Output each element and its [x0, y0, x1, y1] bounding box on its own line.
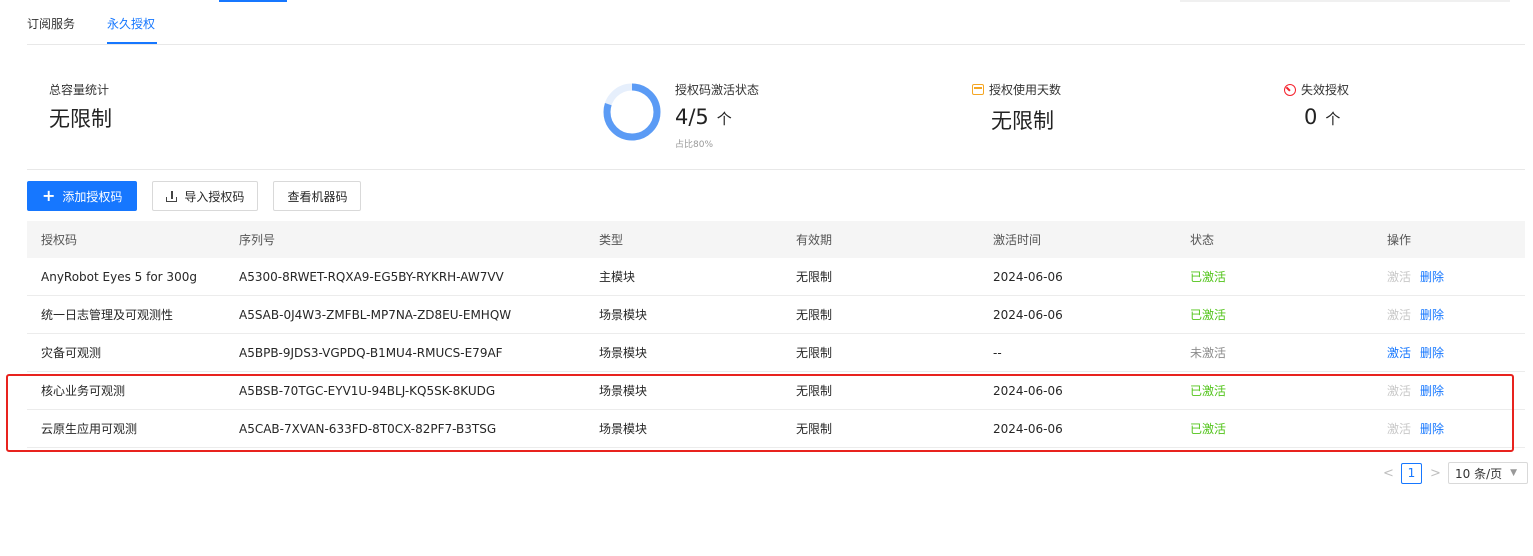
activation-time: 2024-06-06 [993, 421, 1063, 436]
activate-button: 激活 [1387, 270, 1412, 284]
plus-icon: + [42, 186, 56, 205]
license-name: 核心业务可观测 [41, 384, 126, 398]
usage-days-label: 授权使用天数 [972, 81, 1061, 98]
tab-subscription[interactable]: 订阅服务 [27, 15, 75, 32]
activation-time: 2024-06-06 [993, 269, 1063, 284]
usage-days-value: 无限制 [991, 109, 1054, 133]
activate-button: 激活 [1387, 422, 1412, 436]
page-size-select[interactable]: 10 条/页 ▼ [1448, 462, 1528, 484]
table-row: AnyRobot Eyes 5 for 300g A5300-8RWET-RQX… [27, 258, 1525, 296]
activation-value: 4/5 个 [675, 105, 732, 129]
warning-icon [1284, 83, 1296, 96]
module-type: 场景模块 [599, 422, 648, 436]
capacity-value: 无限制 [49, 107, 112, 131]
page-number-current[interactable]: 1 [1401, 462, 1422, 484]
delete-button[interactable]: 删除 [1420, 422, 1444, 436]
column-header: 序列号 [239, 233, 276, 247]
validity: 无限制 [796, 422, 833, 436]
serial-number: A5300-8RWET-RQXA9-EG5BY-RYKRH-AW7VV [239, 269, 504, 284]
active-tab-indicator [107, 42, 157, 44]
serial-number: A5CAB-7XVAN-633FD-8T0CX-82PF7-B3TSG [239, 421, 497, 436]
validity: 无限制 [796, 270, 833, 284]
delete-button[interactable]: 删除 [1420, 308, 1444, 322]
calendar-icon [972, 84, 984, 95]
activation-donut-chart [603, 83, 661, 141]
table-row: 灾备可观测 A5BPB-9JDS3-VGPDQ-B1MU4-RMUCS-E79A… [27, 334, 1525, 372]
serial-number: A5SAB-0J4W3-ZMFBL-MP7NA-ZD8EU-EMHQW [239, 307, 512, 322]
invalid-license-value: 0个 [1304, 105, 1341, 129]
validity: 无限制 [796, 308, 833, 322]
activation-time: -- [993, 345, 1002, 360]
activate-button: 激活 [1387, 308, 1412, 322]
row-actions: 激活 删除 [1373, 344, 1525, 361]
view-machine-code-button[interactable]: 查看机器码 [273, 181, 362, 211]
add-license-button[interactable]: + 添加授权码 [27, 181, 138, 211]
license-name: 云原生应用可观测 [41, 422, 138, 436]
column-header: 授权码 [41, 233, 78, 247]
prev-page-button[interactable]: < [1383, 466, 1394, 481]
table-row: 统一日志管理及可观测性 A5SAB-0J4W3-ZMFBL-MP7NA-ZD8E… [27, 296, 1525, 334]
activate-button: 激活 [1387, 384, 1412, 398]
activation-ratio: 占比80% [675, 140, 714, 150]
status-badge: 已激活 [1190, 384, 1227, 398]
table-row: 核心业务可观测 A5BSB-70TGC-EYV1U-94BLJ-KQ5SK-8K… [27, 372, 1525, 410]
column-header: 操作 [1387, 233, 1412, 247]
column-header: 状态 [1190, 233, 1215, 247]
column-header: 激活时间 [993, 233, 1042, 247]
row-actions: 激活 删除 [1373, 382, 1525, 399]
delete-button[interactable]: 删除 [1420, 346, 1444, 360]
license-name: 统一日志管理及可观测性 [41, 308, 174, 322]
license-table: 授权码 序列号 类型 有效期 激活时间 状态 操作 AnyRobot Eyes … [27, 221, 1525, 448]
license-name: 灾备可观测 [41, 346, 102, 360]
table-row: 云原生应用可观测 A5CAB-7XVAN-633FD-8T0CX-82PF7-B… [27, 410, 1525, 448]
license-name: AnyRobot Eyes 5 for 300g [41, 269, 197, 284]
serial-number: A5BSB-70TGC-EYV1U-94BLJ-KQ5SK-8KUDG [239, 383, 496, 398]
column-header: 有效期 [796, 233, 833, 247]
pagination: < 1 > 10 条/页 ▼ [1383, 462, 1528, 484]
row-actions: 激活 删除 [1373, 268, 1525, 285]
module-type: 场景模块 [599, 308, 648, 322]
module-type: 场景模块 [599, 346, 648, 360]
chevron-down-icon: ▼ [1510, 468, 1518, 478]
activate-button[interactable]: 激活 [1387, 346, 1411, 360]
status-badge: 已激活 [1190, 270, 1227, 284]
upload-icon [166, 190, 178, 202]
invalid-license-label: 失效授权 [1284, 81, 1349, 98]
toolbar: + 添加授权码 导入授权码 查看机器码 [27, 181, 362, 211]
status-badge: 已激活 [1190, 422, 1227, 436]
license-tabs: 订阅服务 永久授权 [27, 0, 1525, 45]
row-actions: 激活 删除 [1373, 306, 1525, 323]
status-badge: 已激活 [1190, 308, 1227, 322]
tab-perpetual[interactable]: 永久授权 [107, 15, 155, 32]
status-badge: 未激活 [1190, 346, 1227, 360]
table-header: 授权码 序列号 类型 有效期 激活时间 状态 操作 [27, 221, 1525, 258]
validity: 无限制 [796, 346, 833, 360]
module-type: 场景模块 [599, 384, 648, 398]
activation-label: 授权码激活状态 [675, 83, 760, 97]
delete-button[interactable]: 删除 [1420, 384, 1444, 398]
next-page-button[interactable]: > [1430, 466, 1441, 481]
serial-number: A5BPB-9JDS3-VGPDQ-B1MU4-RMUCS-E79AF [239, 345, 503, 360]
module-type: 主模块 [599, 270, 636, 284]
row-actions: 激活 删除 [1373, 420, 1525, 437]
activation-time: 2024-06-06 [993, 307, 1063, 322]
import-license-button[interactable]: 导入授权码 [152, 181, 259, 211]
delete-button[interactable]: 删除 [1420, 270, 1444, 284]
validity: 无限制 [796, 384, 833, 398]
activation-time: 2024-06-06 [993, 383, 1063, 398]
stats-panel: 总容量统计 无限制 授权码激活状态 4/5 个 占比80% 授权使用天数 无限制 … [27, 45, 1525, 170]
capacity-label: 总容量统计 [49, 83, 110, 97]
column-header: 类型 [599, 233, 624, 247]
